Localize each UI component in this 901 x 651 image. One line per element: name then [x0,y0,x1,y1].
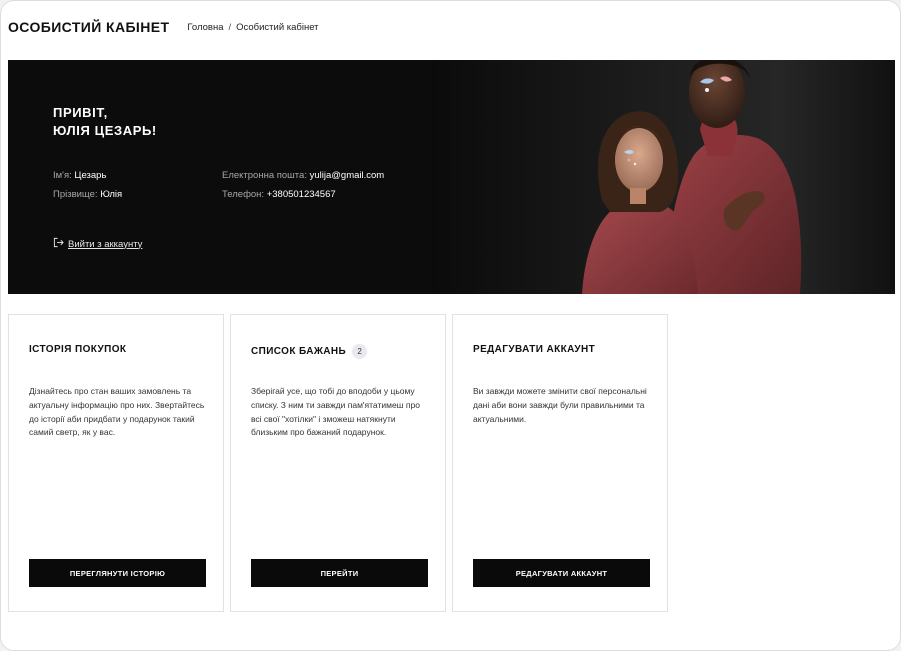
card-purchase-history: ІСТОРІЯ ПОКУПОК Дізнайтесь про стан ваши… [8,314,224,612]
breadcrumb-separator: / [228,21,232,33]
breadcrumb: Головна / Особистий кабінет [187,22,318,33]
card-description: Дізнайтесь про стан ваших замовлень та а… [29,386,205,438]
card-wishlist: СПИСОК БАЖАНЬ 2 Зберігай усе, що тобі до… [230,314,446,612]
card-edit-account: РЕДАГУВАТИ АККАУНТ Ви завжди можете змін… [452,314,668,612]
card-description: Зберігай усе, що тобі до вподоби у цьому… [251,386,420,438]
logout-label: Вийти з аккаунту [68,238,143,250]
go-to-wishlist-button[interactable]: ПЕРЕЙТИ [251,559,428,587]
email-label: Електронна пошта: [222,170,307,181]
phone-label: Телефон: [222,189,265,200]
edit-account-button[interactable]: РЕДАГУВАТИ АККАУНТ [473,559,650,587]
greeting: ПРИВІТ, ЮЛІЯ ЦЕЗАРЬ! [53,104,157,140]
card-title-text: СПИСОК БАЖАНЬ [251,346,347,357]
page-header: ОСОБИСТИЙ КАБІНЕТ Головна / Особистий ка… [8,17,319,37]
card-description: Ви завжди можете змінити свої персональн… [473,386,647,424]
logout-icon [53,237,64,251]
greeting-name: ЮЛІЯ ЦЕЗАРЬ! [53,123,157,138]
last-name-row: Прізвище: Юлія [53,189,122,200]
breadcrumb-current: Особистий кабінет [236,21,319,33]
last-name-label: Прізвище: [53,189,98,200]
last-name-value: Юлія [100,189,123,200]
card-title: РЕДАГУВАТИ АККАУНТ [473,344,595,355]
view-history-button[interactable]: ПЕРЕГЛЯНУТИ ІСТОРІЮ [29,559,206,587]
breadcrumb-home-link[interactable]: Головна [187,22,223,33]
first-name-label: Ім'я: [53,170,72,181]
card-title: ІСТОРІЯ ПОКУПОК [29,344,126,355]
account-cards: ІСТОРІЯ ПОКУПОК Дізнайтесь про стан ваши… [8,314,668,612]
email-value: yulija@gmail.com [309,170,385,181]
page-title: ОСОБИСТИЙ КАБІНЕТ [8,19,170,35]
wishlist-count-badge: 2 [352,344,368,359]
couple-photo [432,60,895,294]
card-title: СПИСОК БАЖАНЬ 2 [251,344,368,359]
couple-photo-illustration [432,60,895,294]
first-name-row: Ім'я: Цезарь [53,170,106,181]
card-title-text: РЕДАГУВАТИ АККАУНТ [473,344,596,355]
first-name-value: Цезарь [74,170,107,181]
email-row: Електронна пошта: yulija@gmail.com [222,170,384,181]
greeting-line-1: ПРИВІТ, [53,105,108,120]
phone-row: Телефон: +380501234567 [222,189,336,200]
logout-link[interactable]: Вийти з аккаунту [53,237,142,251]
card-title-text: ІСТОРІЯ ПОКУПОК [29,344,127,355]
app-frame: ОСОБИСТИЙ КАБІНЕТ Головна / Особистий ка… [0,0,901,651]
profile-info-panel: ПРИВІТ, ЮЛІЯ ЦЕЗАРЬ! Ім'я: Цезарь Прізви… [8,60,432,294]
phone-value: +380501234567 [266,189,336,200]
profile-hero: ПРИВІТ, ЮЛІЯ ЦЕЗАРЬ! Ім'я: Цезарь Прізви… [8,60,895,294]
